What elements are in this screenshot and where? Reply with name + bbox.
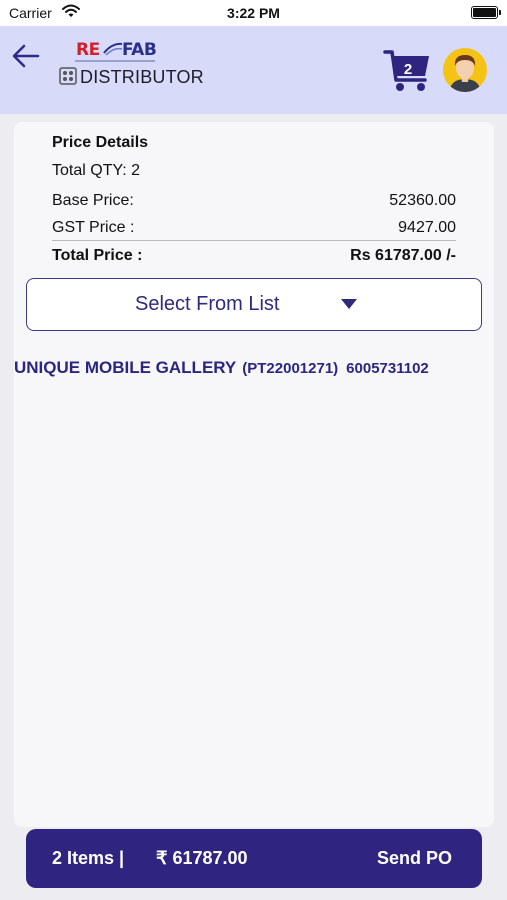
battery-icon: [471, 6, 501, 19]
shop-list-item[interactable]: UNIQUE MOBILE GALLERY (PT22001271) 6005731…: [14, 358, 494, 378]
items-count: 2 Items |: [52, 848, 125, 868]
status-bar: Carrier 3:22 PM: [0, 0, 507, 26]
gst-price-label: GST Price :: [52, 219, 135, 236]
shop-phone: 6005731102: [346, 360, 429, 377]
select-label: Select From List: [135, 293, 280, 315]
send-po-button[interactable]: Send PO: [377, 848, 452, 869]
base-price-label: Base Price:: [52, 192, 134, 209]
distributor-label: DISTRIBUTOR: [80, 67, 204, 87]
refab-logo: RE FAB: [74, 40, 157, 62]
shop-name: UNIQUE MOBILE GALLERY: [14, 358, 237, 377]
logo-fab-text: FAB: [122, 40, 157, 60]
avatar[interactable]: [443, 48, 487, 92]
logo-re-text: RE: [76, 40, 100, 60]
total-qty: Total QTY: 2: [52, 162, 141, 179]
cart-button[interactable]: 2: [383, 46, 433, 94]
total-price-label: Total Price :: [52, 247, 143, 264]
dropdown-arrow-icon: [341, 299, 357, 309]
distributor-icon: [59, 67, 77, 85]
logo-swoosh-icon: [103, 42, 123, 56]
price-divider: [52, 240, 456, 241]
status-time: 3:22 PM: [227, 5, 280, 21]
gst-price-value: 9427.00: [398, 219, 456, 236]
app-header: RE FAB DISTRIBUTOR 2: [0, 26, 507, 114]
price-details-title: Price Details: [52, 134, 149, 151]
order-summary-bar: 2 Items | ₹ 61787.00 Send PO: [26, 829, 482, 888]
user-avatar-icon: [449, 55, 481, 92]
total-price-value: Rs 61787.00 /-: [350, 247, 456, 264]
logo-tagline: [75, 60, 155, 62]
base-price-value: 52360.00: [389, 192, 456, 209]
content-card: Price Details Total QTY: 2 Base Price: 5…: [14, 122, 494, 827]
select-from-list-dropdown[interactable]: Select From List: [26, 278, 482, 331]
back-arrow-icon[interactable]: [10, 42, 42, 70]
shop-code: (PT22001271): [242, 360, 339, 377]
order-amount: ₹ 61787.00: [156, 848, 248, 868]
cart-count-badge: 2: [403, 61, 413, 78]
